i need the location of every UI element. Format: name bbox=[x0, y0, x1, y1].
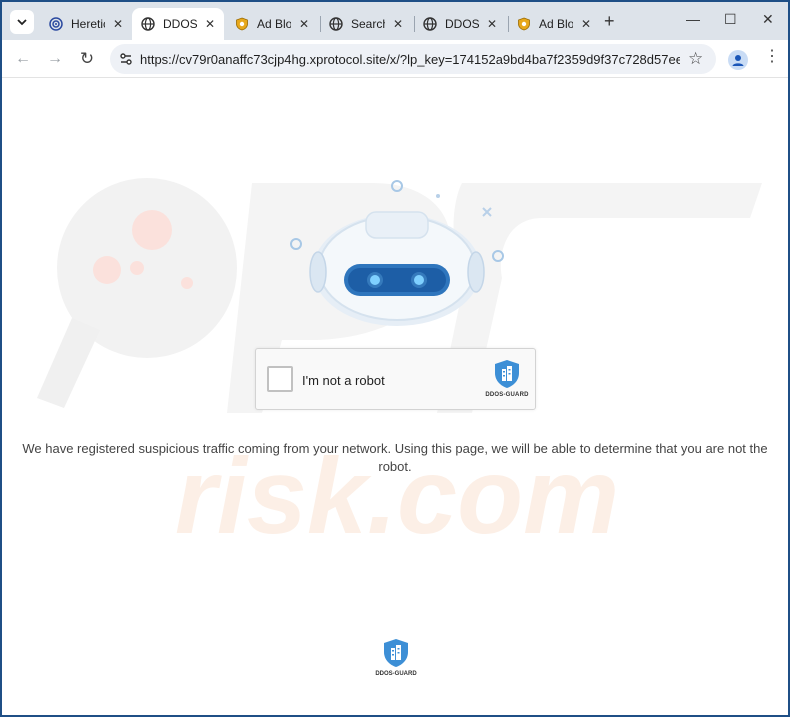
forward-button[interactable]: → bbox=[44, 48, 66, 70]
browser-window: Heretic ✕ DDOS- ✕ Ad Blo ✕ Search ✕ bbox=[0, 0, 790, 717]
shield-icon bbox=[234, 16, 250, 32]
browser-toolbar: ← → ↻ https://cv79r0anaffc73cjp4hg.xprot… bbox=[2, 40, 788, 78]
tab-title: DDOS- bbox=[445, 17, 479, 31]
back-arrow-icon: ← bbox=[15, 50, 31, 67]
close-tab-icon[interactable]: ✕ bbox=[581, 17, 591, 31]
captcha-widget: I'm not a robot DDOS-GUARD bbox=[255, 348, 536, 410]
close-tab-icon[interactable]: ✕ bbox=[299, 17, 309, 31]
close-tab-icon[interactable]: ✕ bbox=[487, 17, 497, 31]
close-tab-icon[interactable]: ✕ bbox=[393, 17, 403, 31]
globe-icon bbox=[140, 16, 156, 32]
maximize-button[interactable]: ☐ bbox=[724, 11, 737, 28]
profile-avatar[interactable] bbox=[728, 50, 748, 70]
tab-search[interactable]: Search ✕ bbox=[320, 8, 412, 40]
tab-title: Search bbox=[351, 17, 385, 31]
tab-search-button[interactable] bbox=[10, 10, 34, 34]
tab-title: Ad Blo bbox=[257, 17, 291, 31]
captcha-label: I'm not a robot bbox=[302, 373, 385, 388]
footer-ddos-guard-logo: DDOS-GUARD bbox=[370, 638, 422, 682]
robot-mascot-illustration bbox=[290, 180, 504, 326]
chevron-down-icon bbox=[17, 19, 27, 26]
tab-ad-blocker[interactable]: Ad Blo ✕ bbox=[226, 8, 318, 40]
footer-brand: DDOS-GUARD bbox=[375, 671, 417, 677]
globe-icon bbox=[328, 16, 344, 32]
tab-ddos-active[interactable]: DDOS- ✕ bbox=[132, 8, 224, 40]
close-tab-icon[interactable]: ✕ bbox=[205, 17, 215, 31]
tab-title: DDOS- bbox=[163, 17, 197, 31]
tab-ad-blocker-2[interactable]: Ad Blo ✕ bbox=[508, 8, 600, 40]
warning-message: We have registered suspicious traffic co… bbox=[22, 441, 768, 474]
close-tab-icon[interactable]: ✕ bbox=[113, 17, 123, 31]
not-a-robot-checkbox[interactable] bbox=[267, 366, 293, 392]
address-bar[interactable]: https://cv79r0anaffc73cjp4hg.xprotocol.s… bbox=[110, 44, 716, 74]
url-text[interactable]: https://cv79r0anaffc73cjp4hg.xprotocol.s… bbox=[140, 52, 680, 67]
tab-heretic[interactable]: Heretic ✕ bbox=[40, 8, 132, 40]
tab-strip: Heretic ✕ DDOS- ✕ Ad Blo ✕ Search ✕ bbox=[2, 2, 788, 40]
globe-icon bbox=[422, 16, 438, 32]
menu-kebab-icon[interactable]: ⋮ bbox=[764, 49, 780, 65]
captcha-brand: DDOS-GUARD bbox=[485, 392, 529, 398]
forward-arrow-icon: → bbox=[47, 50, 63, 67]
new-tab-button[interactable]: + bbox=[604, 12, 615, 30]
reload-button[interactable]: ↻ bbox=[76, 48, 98, 70]
ddos-guard-logo: DDOS-GUARD bbox=[482, 359, 532, 403]
bookmark-star-icon[interactable]: ☆ bbox=[688, 49, 703, 69]
shield-icon bbox=[516, 16, 532, 32]
tab-ddos[interactable]: DDOS- ✕ bbox=[414, 8, 506, 40]
back-button[interactable]: ← bbox=[12, 48, 34, 70]
ddos-guard-shield-icon bbox=[495, 360, 519, 388]
tab-title: Heretic bbox=[71, 17, 105, 31]
person-icon bbox=[732, 55, 744, 66]
tab-title: Ad Blo bbox=[539, 17, 573, 31]
reload-icon: ↻ bbox=[79, 49, 95, 68]
spiral-icon bbox=[48, 16, 64, 32]
minimize-button[interactable]: — bbox=[686, 11, 700, 27]
close-window-button[interactable]: ✕ bbox=[762, 11, 774, 28]
ddos-guard-shield-icon bbox=[384, 639, 408, 667]
site-info-icon[interactable] bbox=[118, 51, 134, 67]
page-content: risk.com I'm not a robot DDOS-GUARD We h… bbox=[2, 78, 788, 715]
